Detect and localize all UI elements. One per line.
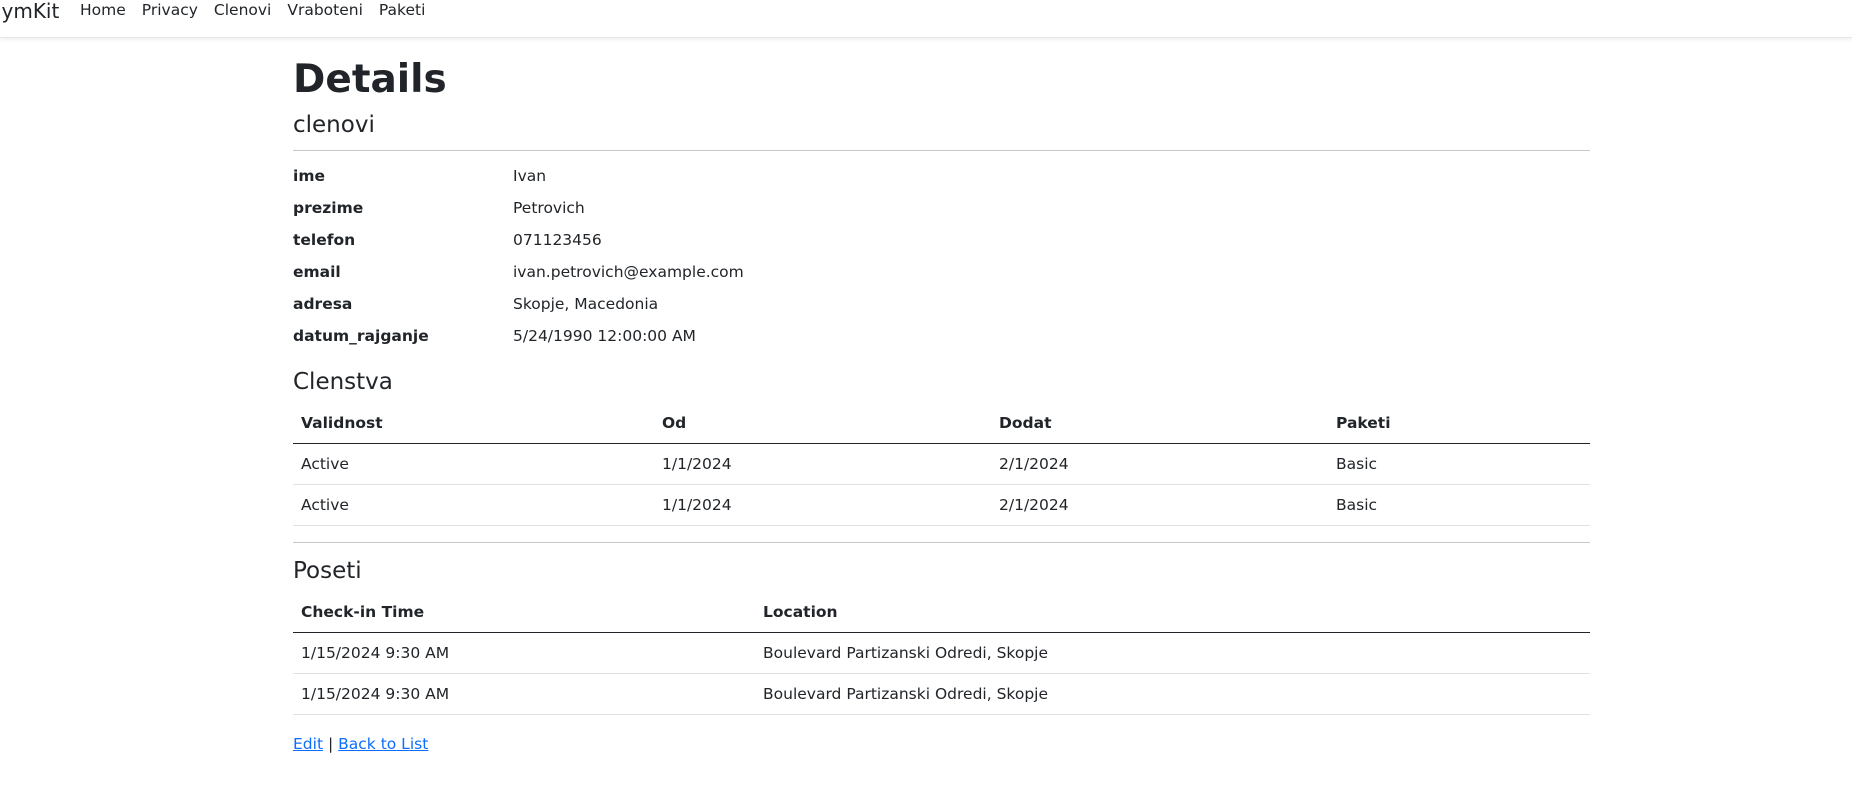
table-cell: Basic [1328,484,1590,526]
table-row: 1/15/2024 9:30 AM Boulevard Partizanski … [293,632,1590,674]
table-cell: 1/15/2024 9:30 AM [293,632,755,674]
column-header-location: Location [755,591,1590,633]
column-header-dodat: Dodat [991,402,1328,444]
nav-item-clenovi[interactable]: Clenovi [214,0,271,20]
link-separator: | [327,735,334,753]
table-cell: 1/15/2024 9:30 AM [293,673,755,715]
detail-value-adresa: Skopje, Macedonia [513,295,659,313]
column-header-od: Od [654,402,991,444]
detail-label-prezime: prezime [293,199,364,217]
detail-value-datum-rajganje: 5/24/1990 12:00:00 AM [513,327,696,345]
clenstva-table: Validnost Od Dodat Paketi Active 1/1/202… [293,402,1590,526]
details-list: ime Ivan prezime Petrovich telefon 07112… [293,160,1590,352]
nav-item-vraboteni[interactable]: Vraboteni [287,0,363,20]
table-header-row: Validnost Od Dodat Paketi [293,402,1590,444]
column-header-paketi: Paketi [1328,402,1590,444]
detail-label-datum-rajganje: datum_rajganje [293,327,429,345]
action-links: Edit | Back to List [293,734,1590,754]
table-cell: Basic [1328,443,1590,485]
clenstva-heading: Clenstva [293,369,393,395]
detail-value-email: ivan.petrovich@example.com [513,263,744,281]
table-header-row: Check-in Time Location [293,591,1590,633]
table-cell: Boulevard Partizanski Odredi, Skopje [755,673,1590,715]
table-cell: Active [293,443,654,485]
detail-value-telefon: 071123456 [513,231,602,249]
detail-value-prezime: Petrovich [513,199,585,217]
table-row: 1/15/2024 9:30 AM Boulevard Partizanski … [293,673,1590,715]
nav-menu: Home Privacy Clenovi Vraboteni Paketi [80,0,441,20]
page-subtitle: clenovi [293,112,375,138]
table-cell: 2/1/2024 [991,484,1328,526]
table-cell: 1/1/2024 [654,484,991,526]
detail-label-adresa: adresa [293,295,353,313]
poseti-heading: Poseti [293,558,362,584]
detail-label-telefon: telefon [293,231,356,249]
column-header-check-in-time: Check-in Time [293,591,755,633]
divider [293,150,1590,151]
page-title: Details [293,57,447,102]
detail-label-ime: ime [293,167,325,185]
column-header-validnost: Validnost [293,402,654,444]
brand-link[interactable]: GymKit [0,0,59,24]
poseti-table: Check-in Time Location 1/15/2024 9:30 AM… [293,591,1590,715]
top-navbar: GymKit Home Privacy Clenovi Vraboteni Pa… [0,0,1852,38]
detail-value-ime: Ivan [513,167,547,185]
main-content: Details clenovi ime Ivan prezime Petrovi… [293,50,1590,754]
nav-item-home[interactable]: Home [80,0,126,20]
nav-item-privacy[interactable]: Privacy [142,0,198,20]
table-cell: Boulevard Partizanski Odredi, Skopje [755,632,1590,674]
table-cell: 2/1/2024 [991,443,1328,485]
table-cell: 1/1/2024 [654,443,991,485]
table-row: Active 1/1/2024 2/1/2024 Basic [293,443,1590,485]
back-to-list-link[interactable]: Back to List [338,735,428,753]
table-cell: Active [293,484,654,526]
edit-link[interactable]: Edit [293,735,323,753]
nav-item-paketi[interactable]: Paketi [379,0,426,20]
divider [293,542,1590,543]
table-row: Active 1/1/2024 2/1/2024 Basic [293,484,1590,526]
detail-label-email: email [293,263,341,281]
